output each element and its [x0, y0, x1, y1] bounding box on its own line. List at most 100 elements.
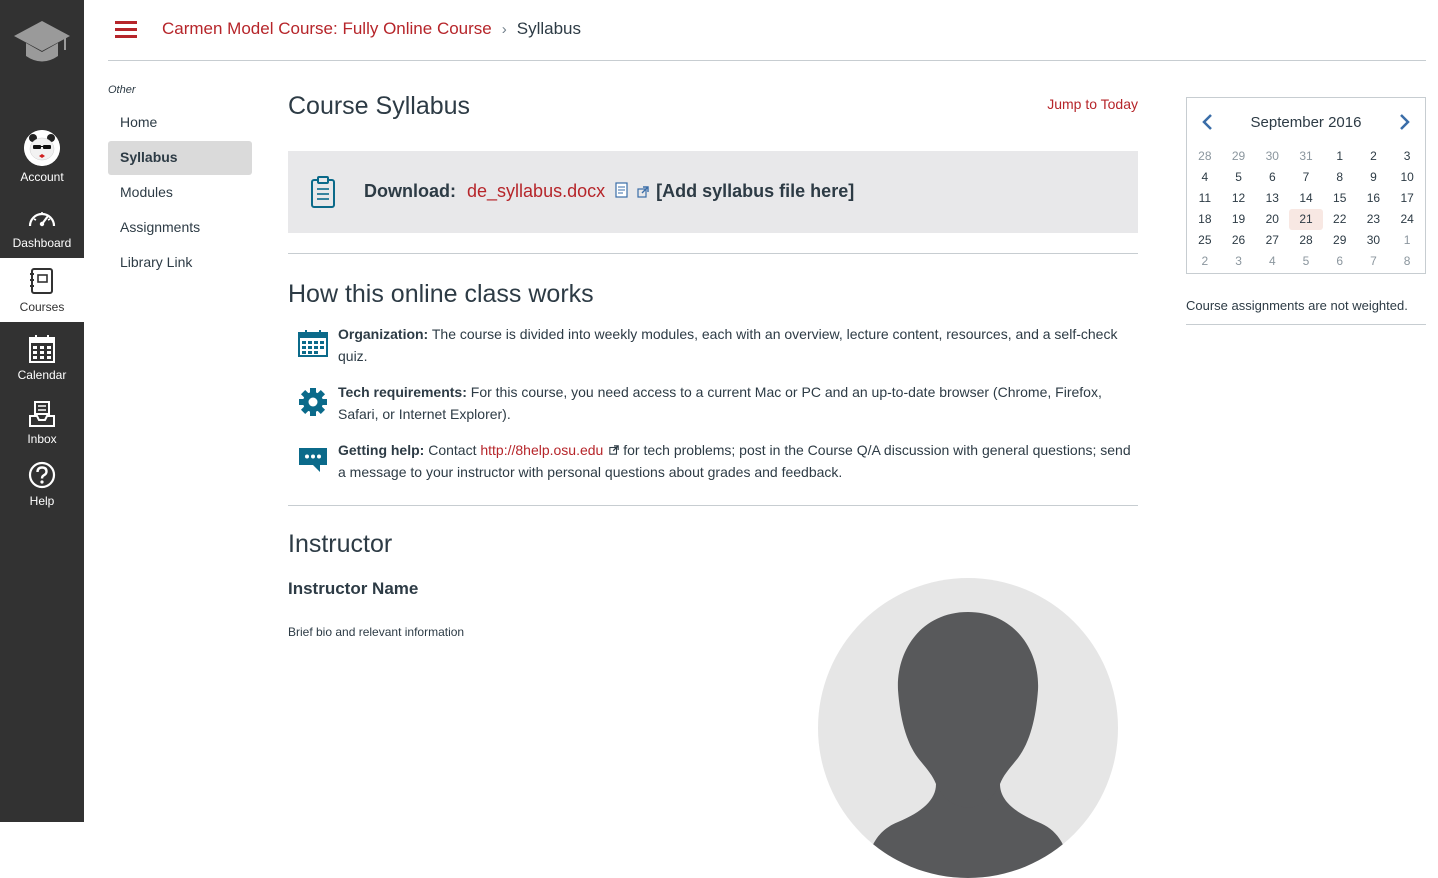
calendar-day[interactable]: 26: [1222, 230, 1256, 251]
syllabus-file-link[interactable]: de_syllabus.docx: [467, 181, 605, 201]
course-nav-library-link[interactable]: Library Link: [108, 246, 252, 280]
gear-icon: [288, 381, 338, 417]
calendar-day[interactable]: 7: [1289, 167, 1323, 188]
global-nav-help[interactable]: Help: [0, 452, 84, 514]
global-nav: Account Dashboard Courses Calendar Inbox…: [0, 0, 84, 822]
course-nav-modules[interactable]: Modules: [108, 176, 252, 210]
calendar-next-month-button[interactable]: [1395, 112, 1415, 132]
chat-bubble-icon: [288, 439, 338, 473]
global-nav-account[interactable]: Account: [0, 122, 84, 186]
calendar-day[interactable]: 1: [1390, 230, 1424, 251]
download-label: Download:: [364, 181, 456, 202]
calendar-day[interactable]: 19: [1222, 209, 1256, 230]
global-nav-inbox[interactable]: Inbox: [0, 390, 84, 452]
calendar-day[interactable]: 28: [1188, 146, 1222, 167]
calendar-day[interactable]: 24: [1390, 209, 1424, 230]
add-syllabus-file-text: [Add syllabus file here]: [656, 181, 855, 202]
calendar-day[interactable]: 28: [1289, 230, 1323, 251]
calendar-day[interactable]: 11: [1188, 188, 1222, 209]
help-icon: [28, 461, 56, 489]
external-link-icon[interactable]: [637, 182, 649, 203]
calendar-day[interactable]: 3: [1222, 251, 1256, 272]
calendar-day[interactable]: 2: [1188, 251, 1222, 272]
calendar-day[interactable]: 3: [1390, 146, 1424, 167]
global-nav-courses[interactable]: Courses: [0, 258, 84, 322]
calendar-day[interactable]: 1: [1323, 146, 1357, 167]
calendar-day[interactable]: 6: [1323, 251, 1357, 272]
divider: [288, 505, 1138, 506]
divider: [1186, 324, 1426, 325]
calendar-prev-month-button[interactable]: [1197, 112, 1217, 132]
course-nav: Other Home Syllabus Modules Assignments …: [108, 84, 252, 281]
global-nav-label: Help: [29, 494, 55, 508]
calendar-day[interactable]: 16: [1357, 188, 1391, 209]
calendar-day[interactable]: 20: [1255, 209, 1289, 230]
calendar-day[interactable]: 23: [1357, 209, 1391, 230]
info-heading: Getting help:: [338, 442, 425, 458]
account-avatar-icon: [24, 130, 60, 166]
jump-to-today-link[interactable]: Jump to Today: [1047, 96, 1138, 112]
calendar-day[interactable]: 17: [1390, 188, 1424, 209]
calendar-day[interactable]: 2: [1357, 146, 1391, 167]
chevron-right-icon: [1400, 114, 1410, 130]
calendar-day[interactable]: 8: [1390, 251, 1424, 272]
breadcrumb-current: Syllabus: [516, 19, 582, 38]
hamburger-menu-button[interactable]: [115, 21, 137, 39]
tech-requirements-text: Tech requirements: For this course, you …: [338, 381, 1138, 425]
instructor-photo-placeholder: [818, 578, 1118, 878]
calendar-day[interactable]: 29: [1323, 230, 1357, 251]
course-nav-assignments[interactable]: Assignments: [108, 211, 252, 245]
global-nav-calendar[interactable]: Calendar: [0, 326, 84, 388]
calendar-icon: [29, 335, 55, 363]
info-getting-help: Getting help: Contact http://8help.osu.e…: [288, 439, 1138, 483]
instructor-heading: Instructor: [288, 530, 393, 558]
page-title: Course Syllabus: [288, 92, 471, 120]
calendar-day[interactable]: 31: [1289, 146, 1323, 167]
calendar-day[interactable]: 4: [1255, 251, 1289, 272]
calendar-day[interactable]: 12: [1222, 188, 1256, 209]
external-link-icon[interactable]: [609, 439, 620, 461]
graduation-cap-logo-icon[interactable]: [0, 0, 84, 84]
calendar-day[interactable]: 5: [1289, 251, 1323, 272]
calendar-day[interactable]: 27: [1255, 230, 1289, 251]
calendar-day[interactable]: 10: [1390, 167, 1424, 188]
calendar-day[interactable]: 15: [1323, 188, 1357, 209]
calendar-day[interactable]: 6: [1255, 167, 1289, 188]
calendar-day[interactable]: 29: [1222, 146, 1256, 167]
download-line: Download: de_syllabus.docx [Add syllabus…: [364, 181, 854, 203]
breadcrumb-course-link[interactable]: Carmen Model Course: Fully Online Course: [162, 19, 492, 39]
download-box: Download: de_syllabus.docx [Add syllabus…: [288, 151, 1138, 233]
breadcrumb-separator-icon: ›: [501, 20, 507, 38]
calendar-header: September 2016: [1187, 98, 1425, 146]
calendar-day[interactable]: 22: [1323, 209, 1357, 230]
course-nav-section-label: Other: [108, 84, 136, 96]
course-nav-syllabus[interactable]: Syllabus: [108, 141, 252, 175]
info-heading: Tech requirements:: [338, 384, 467, 400]
global-nav-label: Courses: [19, 300, 65, 314]
calendar-day[interactable]: 9: [1357, 167, 1391, 188]
calendar-day[interactable]: 14: [1289, 188, 1323, 209]
calendar-day[interactable]: 4: [1188, 167, 1222, 188]
file-preview-icon[interactable]: [615, 182, 629, 203]
global-nav-label: Dashboard: [12, 236, 72, 250]
calendar-day[interactable]: 30: [1255, 146, 1289, 167]
calendar-grid: 28 29 30 31 1 2 3 4 5 6 7 8 9 10 11 12 13 14 15 16 17 18 19 20 2…: [1187, 146, 1425, 272]
calendar-day[interactable]: 18: [1188, 209, 1222, 230]
calendar-day[interactable]: 25: [1188, 230, 1222, 251]
calendar-day[interactable]: 7: [1357, 251, 1391, 272]
help-desk-link[interactable]: http://8help.osu.edu: [480, 442, 603, 458]
calendar-day[interactable]: 8: [1323, 167, 1357, 188]
course-nav-home[interactable]: Home: [108, 106, 252, 140]
divider: [288, 253, 1138, 254]
global-nav-label: Inbox: [27, 432, 57, 446]
calendar-day[interactable]: 13: [1255, 188, 1289, 209]
calendar-day[interactable]: 30: [1357, 230, 1391, 251]
page-header: Carmen Model Course: Fully Online Course…: [108, 0, 1426, 61]
calendar-day[interactable]: 21: [1289, 209, 1323, 230]
global-nav-dashboard[interactable]: Dashboard: [0, 198, 84, 258]
organization-text: Organization: The course is divided into…: [338, 323, 1138, 367]
calendar-month-label: September 2016: [1250, 113, 1362, 131]
info-body: The course is divided into weekly module…: [338, 326, 1118, 364]
calendar-day[interactable]: 5: [1222, 167, 1256, 188]
breadcrumb: Carmen Model Course: Fully Online Course…: [162, 19, 581, 39]
